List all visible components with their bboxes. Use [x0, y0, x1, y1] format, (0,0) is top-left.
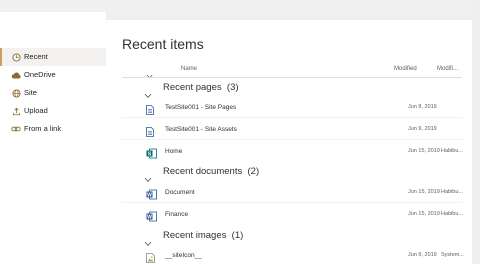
item-name[interactable]: Document — [165, 189, 195, 196]
item-modified: Jun 15, 2019 — [408, 211, 440, 217]
word-document-icon: W — [146, 209, 157, 222]
svg-text:W: W — [147, 214, 152, 220]
chevron-down-icon[interactable] — [144, 234, 152, 247]
recent-items-panel: Recent items Name Modified Modifi... Rec… — [106, 20, 472, 264]
list-item[interactable]: TestSite001 - Site Pages Jun 8, 2019 — [122, 99, 462, 117]
group-count: (2) — [247, 166, 260, 177]
item-modified: Jun 9, 2019 — [408, 126, 437, 132]
sidebar: Recent OneDrive Site Upload From a link — [0, 12, 106, 264]
item-modified: Jun 15, 2019 — [408, 148, 440, 154]
group-count: (3) — [226, 82, 239, 93]
expand-all-chevron-icon[interactable] — [146, 66, 153, 79]
cloud-icon — [11, 70, 21, 80]
page-title: Recent items — [122, 36, 204, 52]
sidebar-item-site[interactable]: Site — [0, 84, 106, 102]
image-file-icon — [146, 250, 156, 263]
header-divider — [122, 77, 462, 78]
sidebar-item-onedrive[interactable]: OneDrive — [0, 66, 106, 84]
item-name[interactable]: Finance — [165, 211, 188, 218]
sidebar-item-upload[interactable]: Upload — [0, 102, 106, 120]
sidebar-item-label: Upload — [24, 106, 48, 115]
item-name[interactable]: TestSite001 - Site Assets — [165, 126, 237, 133]
right-gutter — [472, 0, 480, 264]
column-header-modified[interactable]: Modified — [394, 66, 417, 72]
page-icon — [146, 124, 156, 137]
sidebar-item-label: Recent — [24, 52, 48, 61]
item-modified: Jun 9, 2019 — [408, 252, 437, 258]
row-divider — [122, 139, 462, 140]
clock-icon — [11, 52, 21, 62]
item-modified-by: Habibu... — [441, 148, 464, 154]
list-item[interactable]: S Home Jun 15, 2019 Habibu... — [122, 143, 463, 161]
list-item[interactable]: W Document Jun 15, 2019 Habibu... — [122, 184, 463, 202]
group-title: Recent pages — [163, 82, 222, 93]
top-strip — [0, 0, 480, 12]
column-header-name[interactable]: Name — [181, 66, 197, 72]
group-title: Recent documents — [163, 166, 243, 177]
globe-icon — [11, 88, 21, 98]
item-name[interactable]: TestSite001 - Site Pages — [165, 104, 236, 111]
link-icon — [11, 124, 21, 134]
column-header-modified-by[interactable]: Modifi... — [437, 66, 458, 72]
upload-icon — [11, 106, 21, 116]
row-divider — [122, 117, 462, 118]
svg-text:W: W — [147, 192, 152, 198]
list-item[interactable]: __siteIcon__ Jun 9, 2019 System... — [122, 247, 464, 264]
sidebar-item-label: From a link — [24, 124, 62, 133]
group-header-recent-documents[interactable]: Recent documents (2) — [122, 163, 462, 183]
group-header-recent-pages[interactable]: Recent pages (3) — [122, 79, 462, 99]
chevron-down-icon[interactable] — [144, 86, 152, 99]
sidebar-item-recent[interactable]: Recent — [0, 48, 106, 66]
item-modified-by: Habibu... — [441, 211, 464, 217]
sidebar-item-from-a-link[interactable]: From a link — [0, 120, 106, 138]
item-modified: Jun 15, 2019 — [408, 189, 440, 195]
word-document-icon: W — [146, 187, 157, 200]
item-modified: Jun 8, 2019 — [408, 104, 437, 110]
item-modified-by: Habibu... — [441, 189, 464, 195]
item-name[interactable]: __siteIcon__ — [165, 252, 202, 259]
group-header-recent-images[interactable]: Recent images (1) — [122, 227, 462, 247]
item-name[interactable]: Home — [165, 148, 182, 155]
row-divider — [122, 202, 462, 203]
chevron-down-icon[interactable] — [144, 170, 152, 183]
sidebar-item-label: OneDrive — [24, 70, 56, 79]
list-item[interactable]: TestSite001 - Site Assets Jun 9, 2019 — [122, 121, 462, 139]
sharepoint-page-icon: S — [146, 146, 157, 159]
group-count: (1) — [231, 230, 244, 241]
sidebar-item-label: Site — [24, 88, 37, 97]
page-icon — [146, 102, 156, 115]
group-title: Recent images — [163, 230, 227, 241]
list-item[interactable]: W Finance Jun 15, 2019 Habibu... — [122, 206, 463, 224]
item-modified-by: System... — [441, 252, 464, 258]
